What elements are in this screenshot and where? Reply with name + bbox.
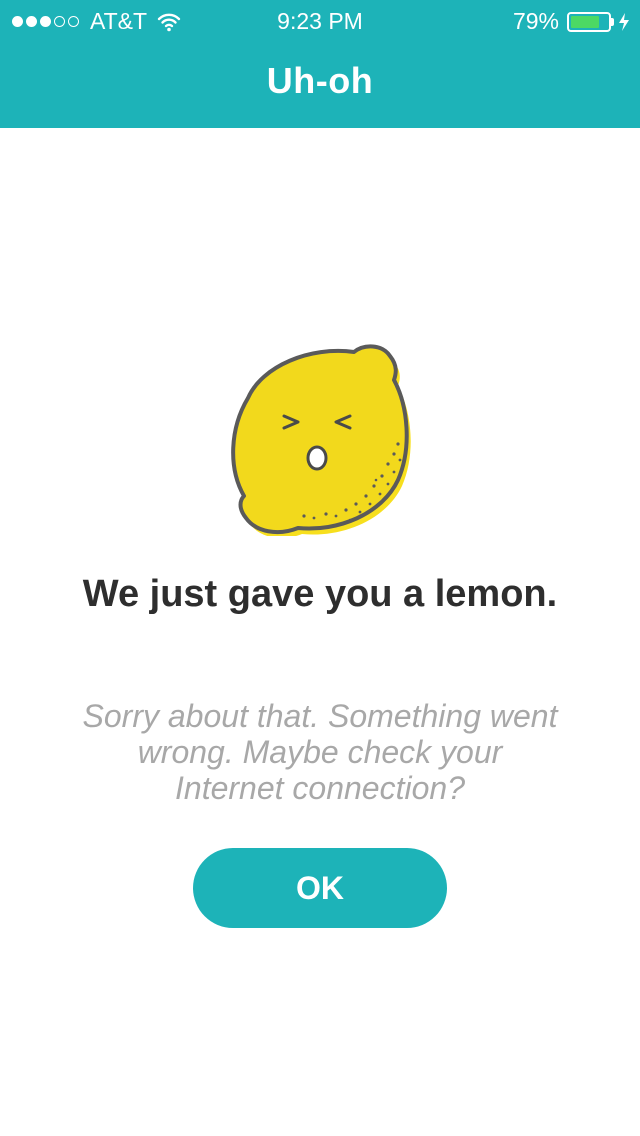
status-right: 79%	[513, 8, 630, 35]
battery-percent: 79%	[512, 8, 559, 34]
error-headline: We just gave you a lemon.	[82, 573, 558, 615]
battery-level	[571, 15, 600, 28]
lemon-icon	[231, 344, 411, 536]
ok-button[interactable]: OK	[193, 848, 447, 928]
top-bar: AT&T 9:23 PM 79% Uh-oh	[0, 0, 640, 128]
page-title: Uh-oh	[266, 60, 374, 101]
battery-cap	[611, 17, 614, 26]
error-message: Sorry about that. Something went wrong. …	[82, 698, 558, 806]
battery-icon	[567, 11, 611, 32]
status-bar: AT&T 9:23 PM 79%	[0, 0, 640, 40]
charging-bolt-icon	[619, 12, 629, 31]
